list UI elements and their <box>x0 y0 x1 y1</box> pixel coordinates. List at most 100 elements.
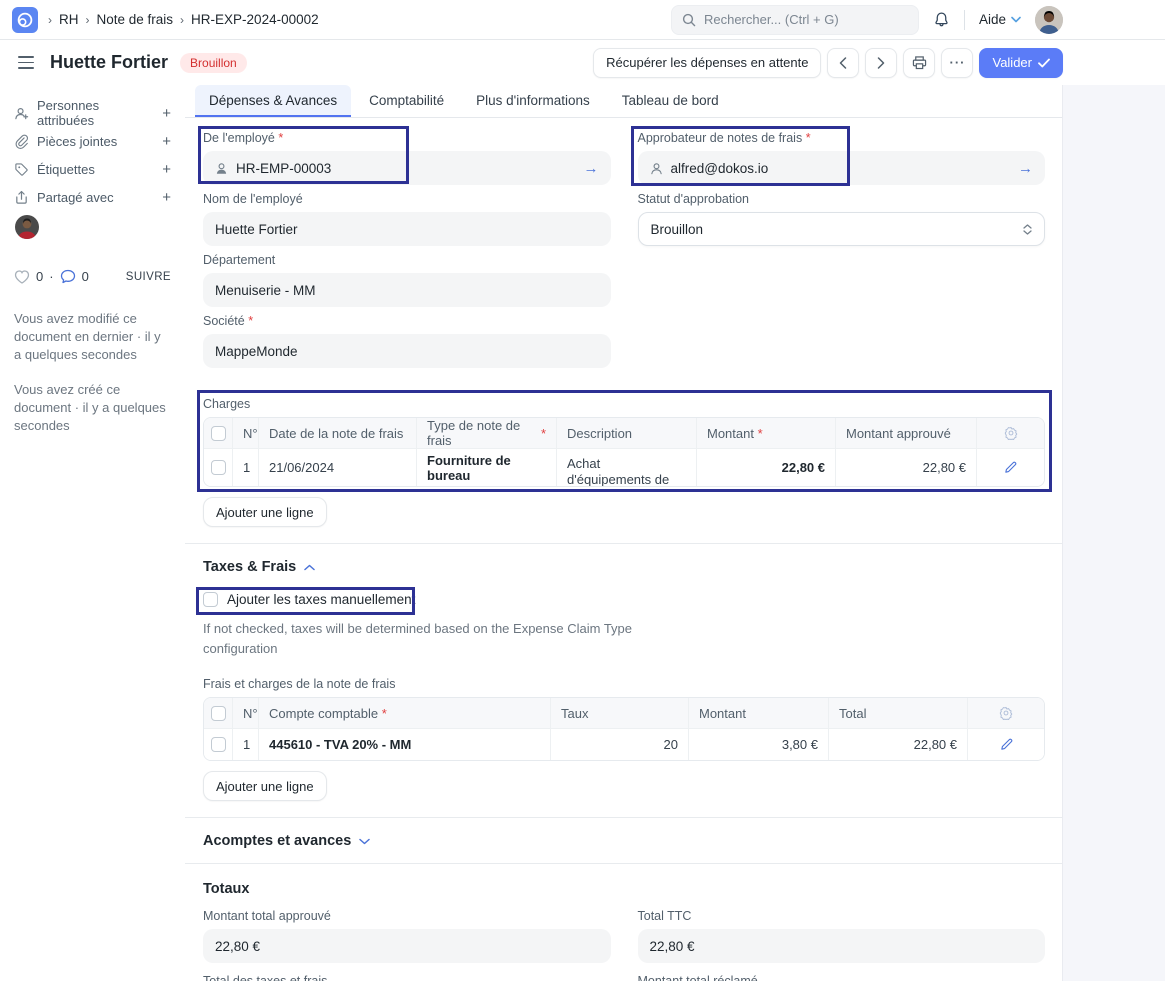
charges-header-row: N° Date de la note de frais Type de note… <box>204 418 1044 448</box>
comments-count: 0 <box>82 269 89 284</box>
sidebar-item-assigned[interactable]: Personnes attribuées + <box>14 99 171 127</box>
totals-section-header: Totaux <box>203 881 1045 897</box>
department-input[interactable]: Menuiserie - MM <box>203 273 611 307</box>
help-menu[interactable]: Aide <box>979 12 1021 27</box>
taxes-header-row: N° Compte comptable * Taux Montant Total <box>204 698 1044 728</box>
charges-add-row-button[interactable]: Ajouter une ligne <box>203 497 327 527</box>
fetch-pending-expenses-button[interactable]: Récupérer les dépenses en attente <box>593 48 821 78</box>
grid-settings-gear-icon[interactable] <box>967 698 1044 728</box>
breadcrumb: › RH › Note de frais › HR-EXP-2024-00002 <box>48 12 319 27</box>
manual-taxes-label[interactable]: Ajouter les taxes manuellement <box>227 592 415 607</box>
breadcrumb-item-document[interactable]: HR-EXP-2024-00002 <box>191 12 319 27</box>
edit-row-pencil-icon[interactable] <box>967 728 1044 760</box>
col-approved: Montant approuvé <box>835 418 976 448</box>
row-checkbox[interactable] <box>211 460 226 475</box>
field-label: Approbateur de notes de frais * <box>638 131 1046 145</box>
row-amount[interactable]: 3,80 € <box>688 728 828 760</box>
top-navbar: › RH › Note de frais › HR-EXP-2024-00002… <box>0 0 1165 40</box>
employee-link-input[interactable]: HR-EMP-00003 → <box>203 151 611 185</box>
row-type[interactable]: Fourniture de bureau <box>416 448 556 486</box>
user-avatar[interactable] <box>1035 6 1063 34</box>
charges-row[interactable]: 1 21/06/2024 Fourniture de bureau Achat … <box>204 448 1044 486</box>
taxes-grid-label: Frais et charges de la note de frais <box>203 677 1045 691</box>
field-label: Total TTC <box>638 909 1046 923</box>
tab-comptabilite[interactable]: Comptabilité <box>355 85 458 117</box>
taxes-help-text: If not checked, taxes will be determined… <box>203 619 633 659</box>
row-idx: 1 <box>232 728 258 760</box>
manual-taxes-checkbox[interactable] <box>203 592 218 607</box>
comment-icon[interactable] <box>60 269 76 284</box>
shared-user-avatar[interactable] <box>15 215 39 239</box>
totals-section-title: Totaux <box>203 881 249 897</box>
section-divider <box>185 543 1062 544</box>
charges-section: Charges N° Date de la note de frais Type… <box>203 397 1045 487</box>
global-search[interactable] <box>671 5 919 35</box>
menu-icon[interactable] <box>14 52 38 73</box>
section-divider <box>185 863 1062 864</box>
follow-button[interactable]: SUIVRE <box>126 271 171 283</box>
total-ttc-field: Total TTC 22,80 € <box>638 909 1046 963</box>
created-note: Vous avez créé ce document · il y a quel… <box>14 381 171 436</box>
notifications-bell-icon[interactable] <box>933 11 950 28</box>
edit-row-pencil-icon[interactable] <box>976 448 1044 486</box>
validate-button[interactable]: Valider <box>979 48 1063 78</box>
select-all-checkbox[interactable] <box>211 426 226 441</box>
sidebar-item-attachments[interactable]: Pièces jointes + <box>14 127 171 155</box>
row-description[interactable]: Achat d'équipements de bureau (TVA à <box>556 448 696 486</box>
tab-tableau-de-bord[interactable]: Tableau de bord <box>608 85 733 117</box>
company-value: MappeMonde <box>215 344 298 359</box>
add-assignment-button[interactable]: + <box>162 105 171 122</box>
row-total[interactable]: 22,80 € <box>828 728 967 760</box>
search-input[interactable] <box>704 12 908 27</box>
print-icon[interactable] <box>903 48 935 78</box>
taxes-row[interactable]: 1 445610 - TVA 20% - MM 20 3,80 € 22,80 … <box>204 728 1044 760</box>
employee-value: HR-EMP-00003 <box>236 161 331 176</box>
col-date: Date de la note de frais <box>258 418 416 448</box>
heart-icon[interactable] <box>14 270 30 284</box>
taxes-section-header[interactable]: Taxes & Frais <box>203 559 1045 575</box>
sidebar-item-label: Personnes attribuées <box>37 98 154 128</box>
col-description: Description <box>556 418 696 448</box>
row-checkbox[interactable] <box>211 737 226 752</box>
previous-document-button[interactable] <box>827 48 859 78</box>
tab-plus-informations[interactable]: Plus d'informations <box>462 85 604 117</box>
row-rate[interactable]: 20 <box>550 728 688 760</box>
grid-settings-gear-icon[interactable] <box>976 418 1044 448</box>
total-approved-field: Montant total approuvé 22,80 € <box>203 909 611 963</box>
field-label: Statut d'approbation <box>638 192 1046 206</box>
row-amount[interactable]: 22,80 € <box>696 448 835 486</box>
approval-status-select[interactable]: Brouillon <box>638 212 1046 246</box>
row-date[interactable]: 21/06/2024 <box>258 448 416 486</box>
company-input[interactable]: MappeMonde <box>203 334 611 368</box>
breadcrumb-item-rh[interactable]: RH <box>59 12 79 27</box>
approver-field: Approbateur de notes de frais * alfred@d… <box>638 131 1046 185</box>
employee-name-input[interactable]: Huette Fortier <box>203 212 611 246</box>
breadcrumb-item-doctype[interactable]: Note de frais <box>97 12 174 27</box>
row-approved-amount[interactable]: 22,80 € <box>835 448 976 486</box>
total-ttc-value: 22,80 € <box>638 929 1046 963</box>
likes-count: 0 <box>36 269 43 284</box>
chevron-down-icon <box>359 838 370 845</box>
open-link-arrow-icon[interactable]: → <box>584 160 599 177</box>
breadcrumb-separator: › <box>86 13 90 27</box>
col-amount: Montant <box>688 698 828 728</box>
add-attachment-button[interactable]: + <box>162 133 171 150</box>
select-all-checkbox[interactable] <box>211 706 226 721</box>
tab-depenses-avances[interactable]: Dépenses & Avances <box>195 85 351 117</box>
employee-field: De l'employé * HR-EMP-00003 → <box>203 131 611 185</box>
next-document-button[interactable] <box>865 48 897 78</box>
taxes-add-row-button[interactable]: Ajouter une ligne <box>203 771 327 801</box>
field-label: Nom de l'employé <box>203 192 611 206</box>
more-actions-button[interactable]: ··· <box>941 48 973 78</box>
add-share-button[interactable]: + <box>162 189 171 206</box>
row-account[interactable]: 445610 - TVA 20% - MM <box>258 728 550 760</box>
sidebar-item-shared[interactable]: Partagé avec + <box>14 183 171 211</box>
sidebar-item-tags[interactable]: Étiquettes + <box>14 155 171 183</box>
advances-section-header[interactable]: Acomptes et avances <box>203 833 1045 849</box>
taxes-section-title: Taxes & Frais <box>203 559 296 575</box>
open-link-arrow-icon[interactable]: → <box>1018 160 1033 177</box>
approver-link-input[interactable]: alfred@dokos.io → <box>638 151 1046 185</box>
app-logo-icon[interactable] <box>12 7 38 33</box>
add-tag-button[interactable]: + <box>162 161 171 178</box>
search-icon <box>682 13 696 27</box>
